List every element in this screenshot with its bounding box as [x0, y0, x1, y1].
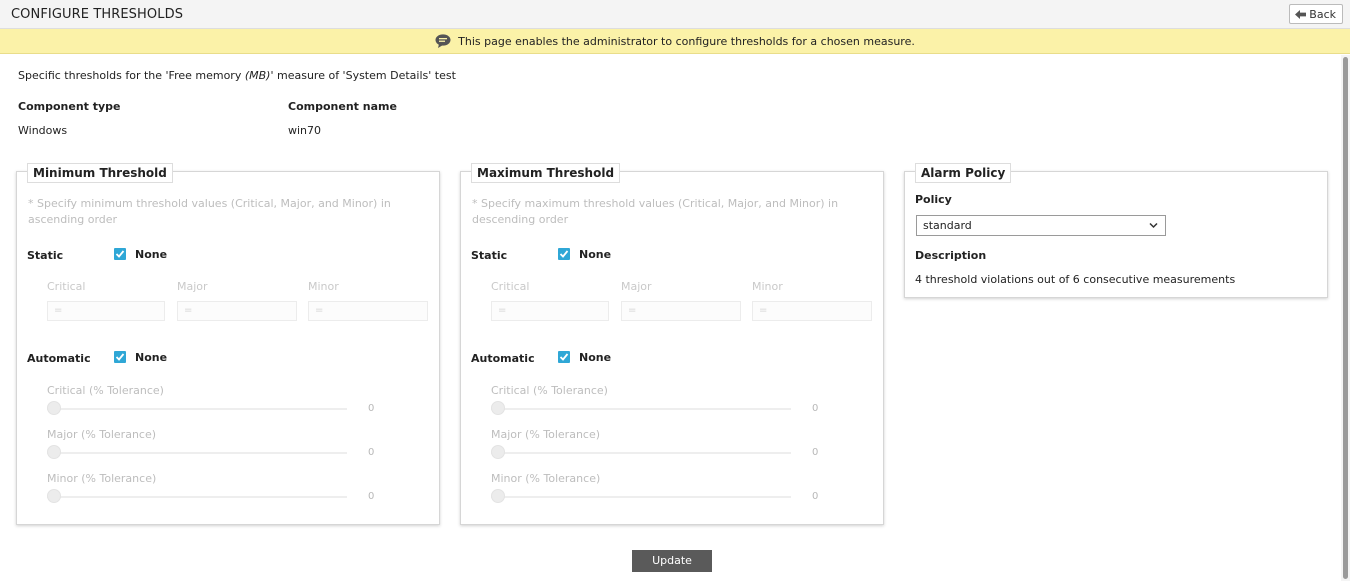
minimum-threshold-title: Minimum Threshold [27, 163, 173, 183]
back-arrow-icon [1295, 9, 1307, 19]
minor-tolerance-value: 0 [368, 491, 375, 502]
minor-tolerance-label: Minor (% Tolerance) [47, 472, 157, 485]
policy-select[interactable]: standard [916, 215, 1166, 236]
major-tolerance-slider[interactable] [47, 445, 61, 459]
minor-tolerance-label: Minor (% Tolerance) [491, 472, 601, 485]
maximum-threshold-title: Maximum Threshold [471, 163, 621, 183]
checkmark-icon [559, 353, 569, 361]
minor-column-header: Minor [308, 280, 339, 293]
back-button[interactable]: Back [1289, 4, 1343, 24]
minimum-threshold-hint: * Specify minimum threshold values (Crit… [28, 197, 391, 226]
major-threshold-input[interactable]: = [177, 301, 297, 321]
component-type-label: Component type [18, 100, 121, 113]
chevron-down-icon [1149, 222, 1158, 229]
component-name-value: win70 [288, 124, 322, 137]
minor-threshold-input[interactable]: = [308, 301, 428, 321]
major-column-header: Major [177, 280, 208, 293]
alarm-policy-panel: Alarm Policy Policy standard Description… [904, 163, 1328, 298]
page-title: CONFIGURE THRESHOLDS [11, 7, 184, 22]
major-tolerance-track [47, 452, 347, 454]
minor-tolerance-slider[interactable] [47, 489, 61, 503]
critical-tolerance-value: 0 [812, 403, 819, 414]
automatic-none-label: None [135, 351, 168, 364]
back-button-label: Back [1309, 7, 1336, 21]
major-column-header: Major [621, 280, 652, 293]
scrollbar-thumb[interactable] [1343, 57, 1348, 579]
minor-tolerance-slider[interactable] [491, 489, 505, 503]
critical-tolerance-label: Critical (% Tolerance) [47, 384, 164, 397]
checkmark-icon [115, 353, 125, 361]
measure-description: Specific thresholds for the 'Free memory… [18, 69, 456, 82]
alarm-policy-title: Alarm Policy [915, 163, 1012, 183]
critical-tolerance-slider[interactable] [491, 401, 505, 415]
description-unit: (MB) [244, 69, 271, 82]
policy-description-value: 4 threshold violations out of 6 consecut… [915, 273, 1236, 286]
checkmark-icon [115, 250, 125, 258]
update-button[interactable]: Update [632, 550, 712, 572]
major-tolerance-label: Major (% Tolerance) [47, 428, 157, 441]
component-type-value: Windows [18, 124, 68, 137]
static-none-label: None [135, 248, 168, 261]
major-tolerance-track [491, 452, 791, 454]
automatic-none-label: None [579, 351, 612, 364]
policy-description-label: Description [915, 249, 987, 262]
maximum-threshold-panel: Maximum Threshold * Specify maximum thre… [460, 163, 884, 525]
page-header: CONFIGURE THRESHOLDS Back [0, 0, 1350, 29]
banner-text: This page enables the administrator to c… [458, 34, 915, 48]
critical-tolerance-slider[interactable] [47, 401, 61, 415]
automatic-label: Automatic [471, 352, 535, 365]
static-none-checkbox[interactable] [114, 248, 126, 260]
checkmark-icon [559, 250, 569, 258]
minor-tolerance-track [47, 496, 347, 498]
major-tolerance-label: Major (% Tolerance) [491, 428, 601, 441]
description-suffix: ' measure of 'System Details' test [270, 69, 456, 82]
automatic-none-checkbox[interactable] [114, 351, 126, 363]
automatic-none-checkbox[interactable] [558, 351, 570, 363]
major-tolerance-value: 0 [368, 447, 375, 458]
critical-column-header: Critical [491, 280, 530, 293]
critical-threshold-input[interactable]: = [47, 301, 165, 321]
critical-tolerance-label: Critical (% Tolerance) [491, 384, 608, 397]
static-none-label: None [579, 248, 612, 261]
minor-tolerance-track [491, 496, 791, 498]
minor-column-header: Minor [752, 280, 783, 293]
static-label: Static [471, 249, 508, 262]
critical-tolerance-track [491, 408, 791, 410]
critical-tolerance-value: 0 [368, 403, 375, 414]
critical-column-header: Critical [47, 280, 86, 293]
major-threshold-input[interactable]: = [621, 301, 741, 321]
policy-selected-value: standard [923, 219, 972, 232]
vertical-scrollbar[interactable] [1341, 55, 1350, 581]
info-banner: This page enables the administrator to c… [0, 29, 1350, 54]
critical-threshold-input[interactable]: = [491, 301, 609, 321]
static-none-checkbox[interactable] [558, 248, 570, 260]
major-tolerance-slider[interactable] [491, 445, 505, 459]
description-prefix: Specific thresholds for the 'Free memory [18, 69, 245, 82]
minimum-threshold-panel: Minimum Threshold * Specify minimum thre… [16, 163, 440, 525]
major-tolerance-value: 0 [812, 447, 819, 458]
static-label: Static [27, 249, 64, 262]
speech-bubble-icon [435, 34, 451, 48]
minor-threshold-input[interactable]: = [752, 301, 872, 321]
automatic-label: Automatic [27, 352, 91, 365]
maximum-threshold-hint: * Specify maximum threshold values (Crit… [472, 197, 839, 226]
critical-tolerance-track [47, 408, 347, 410]
main-content: Specific thresholds for the 'Free memory… [0, 55, 1341, 581]
minor-tolerance-value: 0 [812, 491, 819, 502]
policy-label: Policy [915, 193, 952, 206]
component-name-label: Component name [288, 100, 397, 113]
